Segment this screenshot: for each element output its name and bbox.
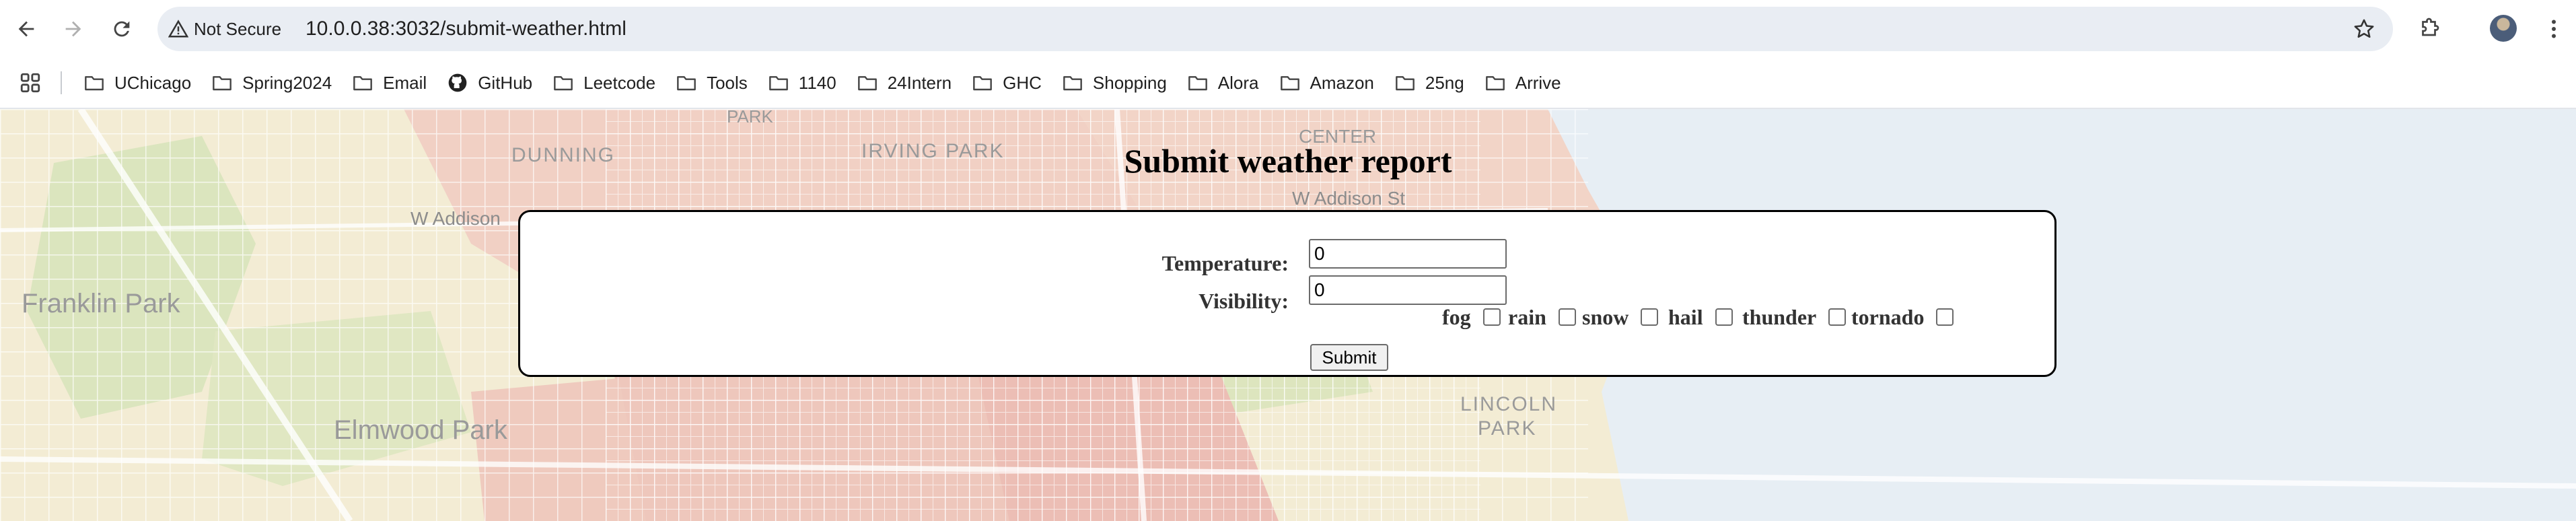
folder-icon [1396, 76, 1415, 91]
bookmark-shopping[interactable]: Shopping [1062, 66, 1178, 100]
map-label-park-top: PARK [727, 109, 774, 127]
kebab-menu-icon [2552, 20, 2556, 38]
visibility-label: Visibility: [1198, 289, 1289, 313]
bookmark-label: Leetcode [583, 72, 656, 93]
bookmark-label: GHC [1003, 72, 1042, 93]
folder-icon [677, 76, 696, 91]
bookmark-list: UChicago Spring2024 Email GitHub Leetcod… [83, 58, 1581, 108]
address-bar[interactable]: Not Secure 10.0.0.38:3032/submit-weather… [157, 7, 2393, 51]
bookmark-tools[interactable]: Tools [676, 66, 758, 100]
bookmarks-bar: UChicago Spring2024 Email GitHub Leetcod… [0, 58, 2576, 109]
back-button[interactable] [9, 12, 43, 46]
bookmark-label: Alora [1217, 72, 1259, 93]
condition-snow: snow [1582, 304, 1673, 331]
bookmark-label: Shopping [1092, 72, 1167, 93]
condition-thunder: thunder [1742, 304, 1861, 331]
temperature-label: Temperature: [1161, 251, 1289, 275]
condition-tornado: tornado [1851, 304, 1968, 331]
visibility-input[interactable]: 0 [1309, 275, 1507, 305]
folder-icon [1280, 76, 1299, 91]
bookmark-label: Tools [707, 72, 748, 93]
bookmark-spring2024[interactable]: Spring2024 [211, 66, 343, 100]
thunder-checkbox[interactable] [1828, 308, 1847, 326]
bookmark-label: Email [383, 72, 427, 93]
submit-button[interactable]: Submit [1310, 344, 1388, 371]
folder-icon [1063, 76, 1082, 91]
bookmark-amazon[interactable]: Amazon [1279, 66, 1385, 100]
condition-label-fog: fog [1442, 304, 1471, 329]
security-indicator[interactable]: Not Secure [168, 7, 281, 51]
url-text[interactable]: 10.0.0.38:3032/submit-weather.html [306, 7, 627, 51]
rain-checkbox[interactable] [1558, 308, 1576, 326]
extensions-button[interactable] [2413, 12, 2447, 46]
condition-label-thunder: thunder [1742, 304, 1817, 329]
map-label-franklin-park: Franklin Park [22, 289, 181, 318]
map-label-w-addison-st: W Addison St [1292, 188, 1405, 209]
bookmark-25ng[interactable]: 25ng [1394, 66, 1475, 100]
bookmark-leetcode[interactable]: Leetcode [552, 66, 666, 100]
folder-icon [857, 76, 877, 91]
folder-icon [1188, 76, 1207, 91]
snow-checkbox[interactable] [1641, 308, 1659, 326]
condition-rain: rain [1508, 304, 1591, 331]
bookmark-24intern[interactable]: 24Intern [857, 66, 962, 100]
profile-avatar[interactable] [2490, 15, 2517, 42]
condition-label-snow: snow [1582, 304, 1629, 329]
reload-icon [114, 21, 130, 37]
condition-hail: hail [1668, 304, 1748, 331]
bookmark-label: UChicago [114, 72, 192, 93]
map-label-w-addison: W Addison [410, 208, 501, 229]
weather-form: Temperature: 0 Visibility: 0 fog rain sn… [518, 210, 2056, 377]
github-icon [448, 73, 467, 92]
folder-icon [1485, 76, 1505, 91]
bookmark-label: 25ng [1425, 72, 1464, 93]
folder-icon [85, 76, 104, 91]
bookmark-1140[interactable]: 1140 [768, 66, 847, 100]
forward-arrow-icon [65, 21, 81, 37]
tornado-checkbox[interactable] [1936, 308, 1954, 326]
bookmark-github[interactable]: GitHub [447, 66, 543, 100]
bookmark-email[interactable]: Email [352, 66, 437, 100]
bookmark-label: Amazon [1310, 72, 1374, 93]
bookmark-alora[interactable]: Alora [1187, 66, 1270, 100]
hail-checkbox[interactable] [1715, 308, 1733, 326]
bookmark-label: Arrive [1515, 72, 1561, 93]
fog-checkbox[interactable] [1482, 308, 1501, 326]
bookmark-star-icon[interactable] [2353, 18, 2375, 40]
security-label: Not Secure [194, 18, 282, 39]
map-label-lincoln: LINCOLN [1460, 393, 1557, 415]
temperature-input[interactable]: 0 [1309, 239, 1507, 269]
warning-triangle-icon [168, 20, 188, 38]
condition-label-rain: rain [1508, 304, 1546, 329]
bookmark-label: GitHub [478, 72, 533, 93]
reload-button[interactable] [105, 12, 139, 46]
back-arrow-icon [18, 21, 34, 37]
bookmark-label: Spring2024 [242, 72, 332, 93]
page-title: Submit weather report [1124, 142, 1452, 180]
condition-label-tornado: tornado [1851, 304, 1925, 329]
browser-toolbar: Not Secure 10.0.0.38:3032/submit-weather… [0, 0, 2576, 58]
browser-menu-button[interactable] [2537, 12, 2571, 46]
puzzle-piece-icon [2422, 18, 2439, 36]
map-label-elmwood-park: Elmwood Park [334, 415, 508, 445]
condition-label-hail: hail [1668, 304, 1703, 329]
forward-button[interactable] [57, 12, 90, 46]
folder-icon [554, 76, 573, 91]
bookmark-uchicago[interactable]: UChicago [83, 66, 202, 100]
condition-fog: fog [1442, 304, 1515, 331]
folder-icon [768, 76, 788, 91]
bookmark-label: 24Intern [887, 72, 952, 93]
bookmarks-separator [61, 71, 62, 94]
folder-icon [213, 76, 232, 91]
folder-icon [973, 76, 992, 91]
bookmark-arrive[interactable]: Arrive [1484, 66, 1572, 100]
folder-icon [353, 76, 373, 91]
page-content: DUNNING IRVING PARK PARK CENTER W Addiso… [0, 109, 2576, 521]
bookmark-ghc[interactable]: GHC [972, 66, 1052, 100]
apps-grid-icon[interactable] [19, 71, 42, 94]
map-label-lincoln-park: PARK [1478, 417, 1536, 440]
bookmark-label: 1140 [798, 72, 836, 93]
